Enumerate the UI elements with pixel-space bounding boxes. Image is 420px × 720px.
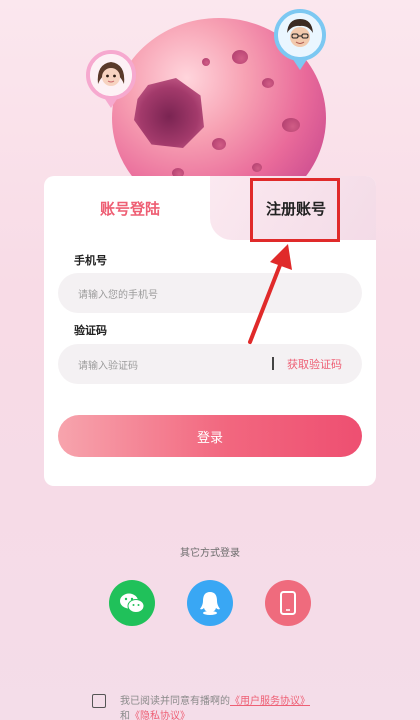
annotation-arrow-icon xyxy=(248,244,292,344)
login-button[interactable]: 登录 xyxy=(58,415,362,457)
planet-crater xyxy=(232,50,248,64)
code-placeholder: 请输入验证码 xyxy=(78,360,138,372)
avatar-girl xyxy=(86,50,136,100)
agreement-connector: 和 xyxy=(120,711,130,720)
wechat-icon xyxy=(120,593,145,613)
user-agreement-link[interactable]: 《用户服务协议》 xyxy=(230,696,310,707)
code-input[interactable]: 请输入验证码 获取验证码 xyxy=(58,344,362,384)
qq-login-button[interactable] xyxy=(187,580,233,626)
planet-crater xyxy=(202,58,210,66)
tab-account-login[interactable]: 账号登陆 xyxy=(100,176,160,240)
privacy-agreement-link[interactable]: 《隐私协议》 xyxy=(130,711,190,720)
agreement-checkbox[interactable] xyxy=(92,694,106,708)
planet-crater xyxy=(262,78,274,88)
field-divider xyxy=(272,357,274,370)
avatar-pin-tail xyxy=(103,96,119,108)
agreement-prefix: 我已阅读并同意有播啊的 xyxy=(120,696,230,707)
annotation-highlight-box xyxy=(250,178,340,242)
agreement-text: 我已阅读并同意有播啊的《用户服务协议》 和《隐私协议》 xyxy=(120,694,400,720)
planet-crater xyxy=(134,78,204,148)
phone-placeholder: 请输入您的手机号 xyxy=(78,289,158,301)
planet-crater xyxy=(252,163,262,172)
avatar-boy xyxy=(274,9,326,61)
wechat-login-button[interactable] xyxy=(109,580,155,626)
phone-icon xyxy=(280,591,296,615)
qq-icon xyxy=(200,592,220,615)
planet-crater xyxy=(282,118,300,132)
get-code-button[interactable]: 获取验证码 xyxy=(287,344,342,384)
phone-input[interactable]: 请输入您的手机号 xyxy=(58,273,362,313)
other-login-title: 其它方式登录 xyxy=(180,548,240,559)
avatar-pin-tail xyxy=(292,58,308,70)
phone-label: 手机号 xyxy=(74,254,107,267)
code-label: 验证码 xyxy=(74,324,107,337)
phone-login-button[interactable] xyxy=(265,580,311,626)
planet-crater xyxy=(212,138,226,150)
